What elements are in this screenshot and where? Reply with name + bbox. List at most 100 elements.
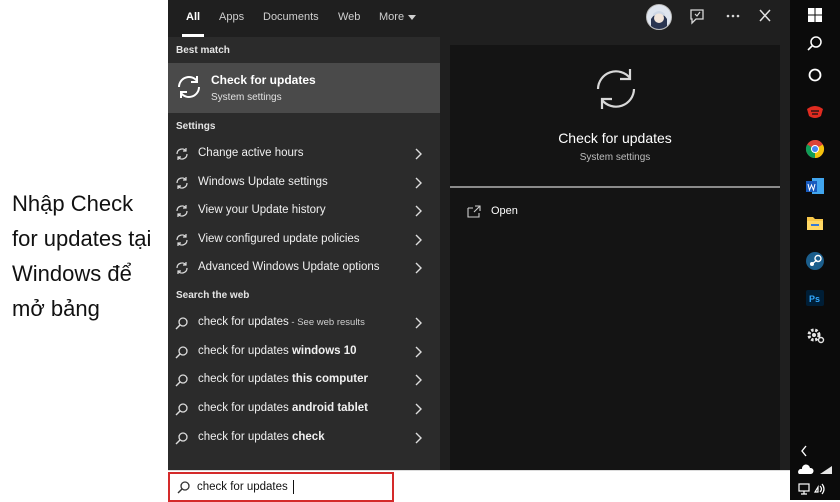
web-result-item[interactable]: check for updates - See web results <box>168 309 440 337</box>
svg-text:Ps: Ps <box>809 294 820 304</box>
chevron-right-icon <box>415 177 422 189</box>
annotation-line: for updates tại <box>12 226 152 251</box>
search-icon <box>175 317 188 330</box>
chevron-right-icon <box>415 317 422 329</box>
file-explorer-icon[interactable] <box>804 212 826 234</box>
chevron-right-icon <box>415 346 422 358</box>
web-result-bold: android tablet <box>288 402 369 414</box>
chevron-right-icon <box>415 403 422 415</box>
best-match-subtitle: System settings <box>211 92 282 103</box>
annotation-line: mở bảng <box>12 296 100 321</box>
web-result-bold: check <box>288 431 325 443</box>
web-result-bold: windows 10 <box>288 345 357 357</box>
web-result-label: check for updates windows 10 <box>198 345 357 357</box>
cortana-icon[interactable] <box>804 64 826 86</box>
settings-item-update-policies[interactable]: View configured update policies <box>168 226 440 254</box>
settings-item-label: Advanced Windows Update options <box>198 261 380 273</box>
chevron-up-icon[interactable] <box>796 443 834 459</box>
sync-icon <box>176 262 188 274</box>
chevron-right-icon <box>415 262 422 274</box>
chevron-right-icon <box>415 205 422 217</box>
more-options-icon[interactable] <box>722 6 744 26</box>
web-result-item[interactable]: check for updates this computer <box>168 366 440 394</box>
avatar-image <box>647 5 671 29</box>
best-match-item[interactable]: Check for updates System settings <box>168 63 440 113</box>
web-result-label: check for updates this computer <box>198 373 368 385</box>
photoshop-icon[interactable]: Ps <box>804 287 826 309</box>
preview-pane: Check for updates System settings Open <box>450 45 780 470</box>
sync-icon <box>176 234 188 246</box>
web-result-label: check for updates android tablet <box>198 402 368 414</box>
web-result-item[interactable]: check for updates android tablet <box>168 395 440 423</box>
search-input[interactable] <box>197 478 382 495</box>
chrome-icon[interactable] <box>804 138 826 160</box>
results-list: Best match Check for updates System sett… <box>168 37 440 470</box>
preview-title: Check for updates <box>558 130 672 146</box>
search-icon <box>175 432 188 445</box>
settings-item-update-history[interactable]: View your Update history <box>168 197 440 225</box>
search-panel: All Apps Documents Web More Best match C… <box>168 0 790 470</box>
search-tabs-bar: All Apps Documents Web More <box>168 0 790 37</box>
user-avatar[interactable] <box>646 4 672 30</box>
settings-heading: Settings <box>176 121 216 132</box>
sync-icon <box>176 205 188 217</box>
web-result-query: check for updates <box>198 402 289 414</box>
onedrive-icon[interactable] <box>796 462 834 478</box>
sync-icon <box>596 69 636 109</box>
web-result-query: check for updates <box>198 316 289 328</box>
annotation-line: Windows để <box>12 261 132 286</box>
annotation-text: Nhập Check for updates tại Windows để mở… <box>12 186 167 326</box>
settings-item-label: Change active hours <box>198 147 304 159</box>
web-result-item[interactable]: check for updates windows 10 <box>168 338 440 366</box>
search-icon <box>177 481 190 494</box>
steam-icon[interactable] <box>804 250 826 272</box>
settings-item-windows-update-settings[interactable]: Windows Update settings <box>168 169 440 197</box>
chevron-right-icon <box>415 432 422 444</box>
close-icon[interactable] <box>754 6 776 26</box>
preview-divider <box>450 186 780 188</box>
web-result-bold: this computer <box>288 373 369 385</box>
web-result-label: check for updates check <box>198 431 325 443</box>
settings-item-label: View configured update policies <box>198 233 360 245</box>
sync-icon <box>178 76 200 98</box>
search-icon <box>175 403 188 416</box>
preview-subtitle: System settings <box>579 152 651 163</box>
settings-item-label: View your Update history <box>198 204 326 216</box>
open-icon <box>467 205 481 218</box>
search-icon <box>175 346 188 359</box>
web-result-query: check for updates <box>198 373 289 385</box>
best-match-title: Check for updates <box>211 73 316 87</box>
caret-down-icon <box>408 14 417 20</box>
feedback-icon[interactable] <box>686 6 708 26</box>
settings-icon[interactable] <box>804 323 826 345</box>
settings-item-label: Windows Update settings <box>198 176 328 188</box>
web-result-query: check for updates <box>198 345 289 357</box>
tab-more[interactable]: More <box>379 0 417 34</box>
tab-apps[interactable]: Apps <box>219 0 244 34</box>
web-result-label: check for updates - See web results <box>198 316 365 328</box>
search-web-heading: Search the web <box>176 290 250 301</box>
tab-all[interactable]: All <box>181 0 205 37</box>
web-result-query: check for updates <box>198 431 289 443</box>
search-icon <box>175 374 188 387</box>
network-icon[interactable] <box>796 481 834 497</box>
search-icon[interactable] <box>804 33 826 55</box>
text-cursor <box>293 480 294 494</box>
search-box-highlight <box>168 472 394 502</box>
web-result-suffix: - See web results <box>288 317 365 328</box>
start-icon[interactable] <box>804 4 826 26</box>
annotation-line: Nhập Check <box>12 191 134 216</box>
word-icon[interactable] <box>804 175 826 197</box>
settings-item-advanced-options[interactable]: Advanced Windows Update options <box>168 254 440 282</box>
tab-web[interactable]: Web <box>338 0 360 34</box>
best-match-heading: Best match <box>176 45 230 56</box>
search-bar <box>168 470 790 502</box>
settings-item-change-active-hours[interactable]: Change active hours <box>168 140 440 168</box>
tab-documents[interactable]: Documents <box>263 0 319 34</box>
taskbar: Ps <box>790 0 840 500</box>
open-action[interactable]: Open <box>466 203 586 223</box>
web-result-item[interactable]: check for updates check <box>168 424 440 452</box>
sync-icon <box>176 177 188 189</box>
tab-more-label: More <box>379 11 405 23</box>
garena-icon[interactable] <box>804 101 826 123</box>
